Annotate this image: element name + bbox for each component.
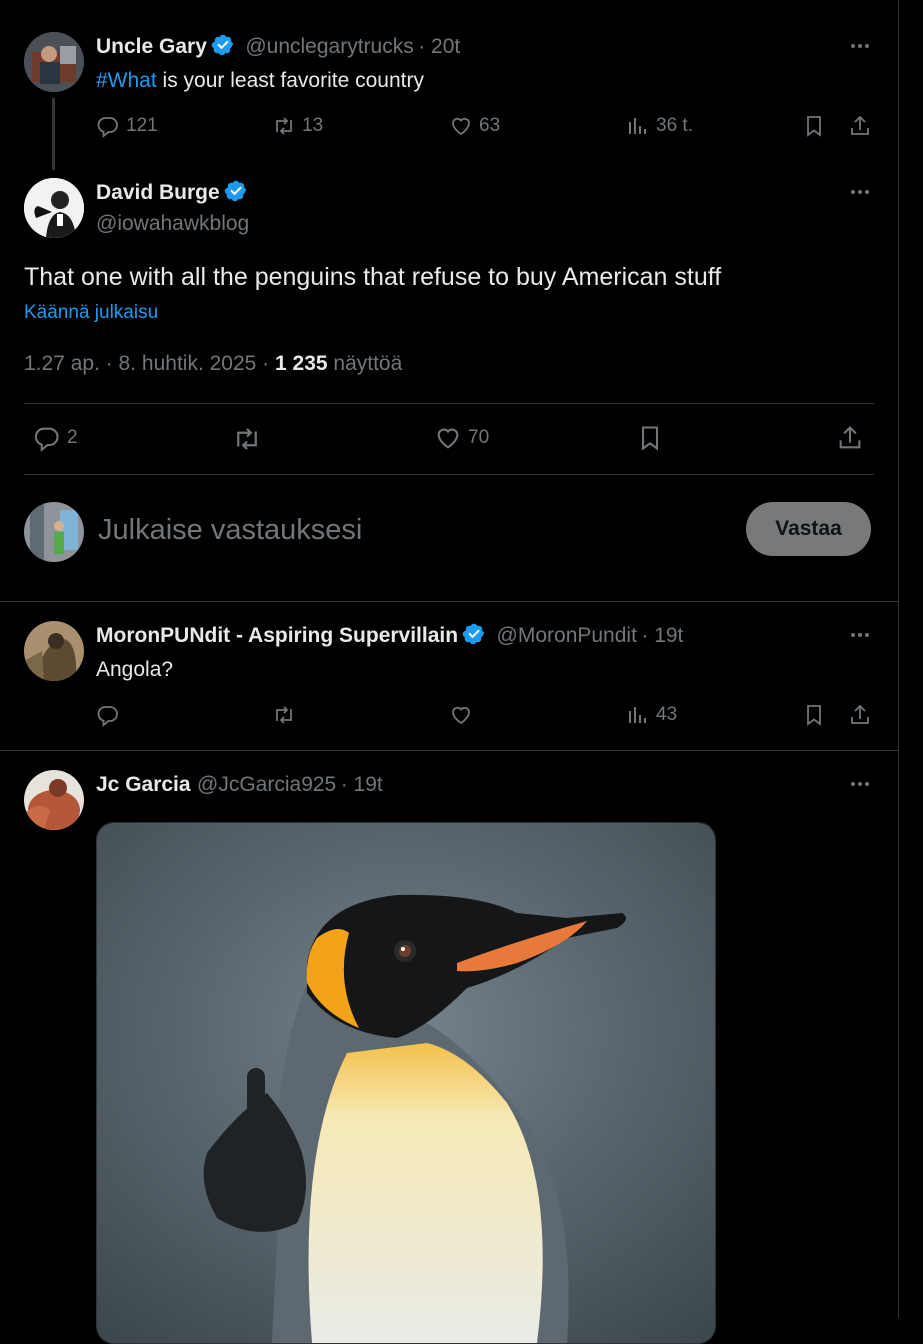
reply-icon [34,427,59,452]
heart-icon [437,428,459,449]
verified-badge-icon[interactable] [462,622,486,646]
main-share-button[interactable] [836,424,864,452]
bookmark-icon [641,426,659,451]
reply1-share-button[interactable] [848,703,872,727]
main-retweet-button[interactable] [232,424,262,454]
reply-icon [97,117,118,138]
retweet-icon [237,428,257,450]
main-author-handle[interactable]: @iowahawkblog [96,210,249,238]
reply2-header: Jc Garcia @JcGarcia925 · 19t [96,771,383,801]
share-icon [851,704,869,724]
tweet1-text-body: is your least favorite country [156,69,424,92]
avatar-moronpundit[interactable] [24,621,84,681]
views-chart-icon [629,118,646,134]
more-options-icon[interactable] [848,623,872,647]
like-count: 70 [468,427,490,448]
tweet1-reply-button[interactable]: 121 [96,114,158,138]
tweet1-text: #What is your least favorite country [96,67,424,95]
tweet1-retweet-button[interactable]: 13 [272,114,323,138]
avatar-current-user[interactable] [24,502,84,562]
share-icon [851,115,869,135]
reply2-media-image[interactable] [96,822,716,1344]
reply2-timestamp[interactable]: · 19t [341,773,383,796]
main-tweet-header: David Burge [96,179,248,209]
main-views-label: näyttöä [327,352,403,375]
divider [24,403,874,404]
verified-badge-icon[interactable] [211,33,235,57]
timeline-column: Uncle Gary @unclegarytrucks · 20t #What … [0,0,899,1344]
main-bookmark-button[interactable] [636,424,664,452]
translate-post-link[interactable]: Käännä julkaisu [24,300,158,326]
view-count: 43 [656,704,678,725]
more-options-icon[interactable] [848,34,872,58]
reply-composer-input[interactable]: Julkaise vastauksesi [98,512,362,548]
bookmark-icon [807,705,821,726]
tweet1-share-button[interactable] [848,114,872,138]
avatar-image [24,502,84,562]
views-chart-icon [629,707,646,723]
avatar-image [24,178,84,238]
divider [24,474,874,475]
avatar-image [24,32,84,92]
hashtag-link[interactable]: #What [96,69,157,92]
reply1-views-button[interactable]: 43 [626,703,677,727]
like-count: 63 [479,115,501,136]
bookmark-icon [807,116,821,137]
verified-badge-icon[interactable] [224,179,248,203]
tweet1-handle[interactable]: @unclegarytrucks [245,35,413,58]
main-like-button[interactable]: 70 [434,424,489,452]
reply-count: 121 [126,115,158,136]
reply1-retweet-button[interactable] [272,703,296,727]
avatar-unclegary[interactable] [24,32,84,92]
tweet1-like-button[interactable]: 63 [449,114,500,138]
tweet1-author-name[interactable]: Uncle Gary [96,35,207,58]
heart-icon [452,117,470,136]
reply-count: 2 [67,427,78,448]
reply-submit-button[interactable]: Vastaa [746,502,871,556]
main-reply-button[interactable]: 2 [33,424,78,452]
reply1-handle[interactable]: @MoronPundit [497,624,637,647]
main-timestamp[interactable]: 1.27 ap. · 8. huhtik. 2025 · [24,352,275,375]
tweet1-views-button[interactable]: 36 t. [626,114,693,138]
more-options-icon[interactable] [848,772,872,796]
divider [0,601,898,602]
view-count: 36 t. [656,115,693,136]
avatar-davidburge[interactable] [24,178,84,238]
retweet-icon [276,117,292,135]
reply1-timestamp[interactable]: · 19t [641,624,683,647]
main-view-count: 1 235 [275,352,328,375]
reply1-bookmark-button[interactable] [802,703,826,727]
heart-icon [452,706,470,725]
reply2-author-name[interactable]: Jc Garcia [96,773,191,796]
reply2-handle[interactable]: @JcGarcia925 [197,773,336,796]
penguin-image [97,823,715,1343]
more-options-icon[interactable] [848,180,872,204]
share-icon [839,426,861,449]
tweet1-bookmark-button[interactable] [802,114,826,138]
main-tweet-meta: 1.27 ap. · 8. huhtik. 2025 · 1 235 näytt… [24,350,402,378]
reply1-like-button[interactable] [449,703,473,727]
reply1-author-name[interactable]: MoronPUNdit - Aspiring Supervillain [96,624,458,647]
retweet-icon [276,706,292,724]
avatar-image [24,621,84,681]
main-tweet-text: That one with all the penguins that refu… [24,263,722,291]
reply1-header: MoronPUNdit - Aspiring Supervillain @Mor… [96,622,683,652]
reply1-text: Angola? [96,658,174,681]
avatar-image [24,770,84,830]
tweet1-header: Uncle Gary @unclegarytrucks · 20t [96,33,460,63]
avatar-jcgarcia[interactable] [24,770,84,830]
divider [0,750,898,751]
main-author-name[interactable]: David Burge [96,181,220,204]
tweet1-timestamp[interactable]: · 20t [418,35,460,58]
thread-connector [52,98,55,170]
reply1-reply-button[interactable] [96,703,120,727]
reply-icon [97,706,118,727]
retweet-count: 13 [302,115,324,136]
